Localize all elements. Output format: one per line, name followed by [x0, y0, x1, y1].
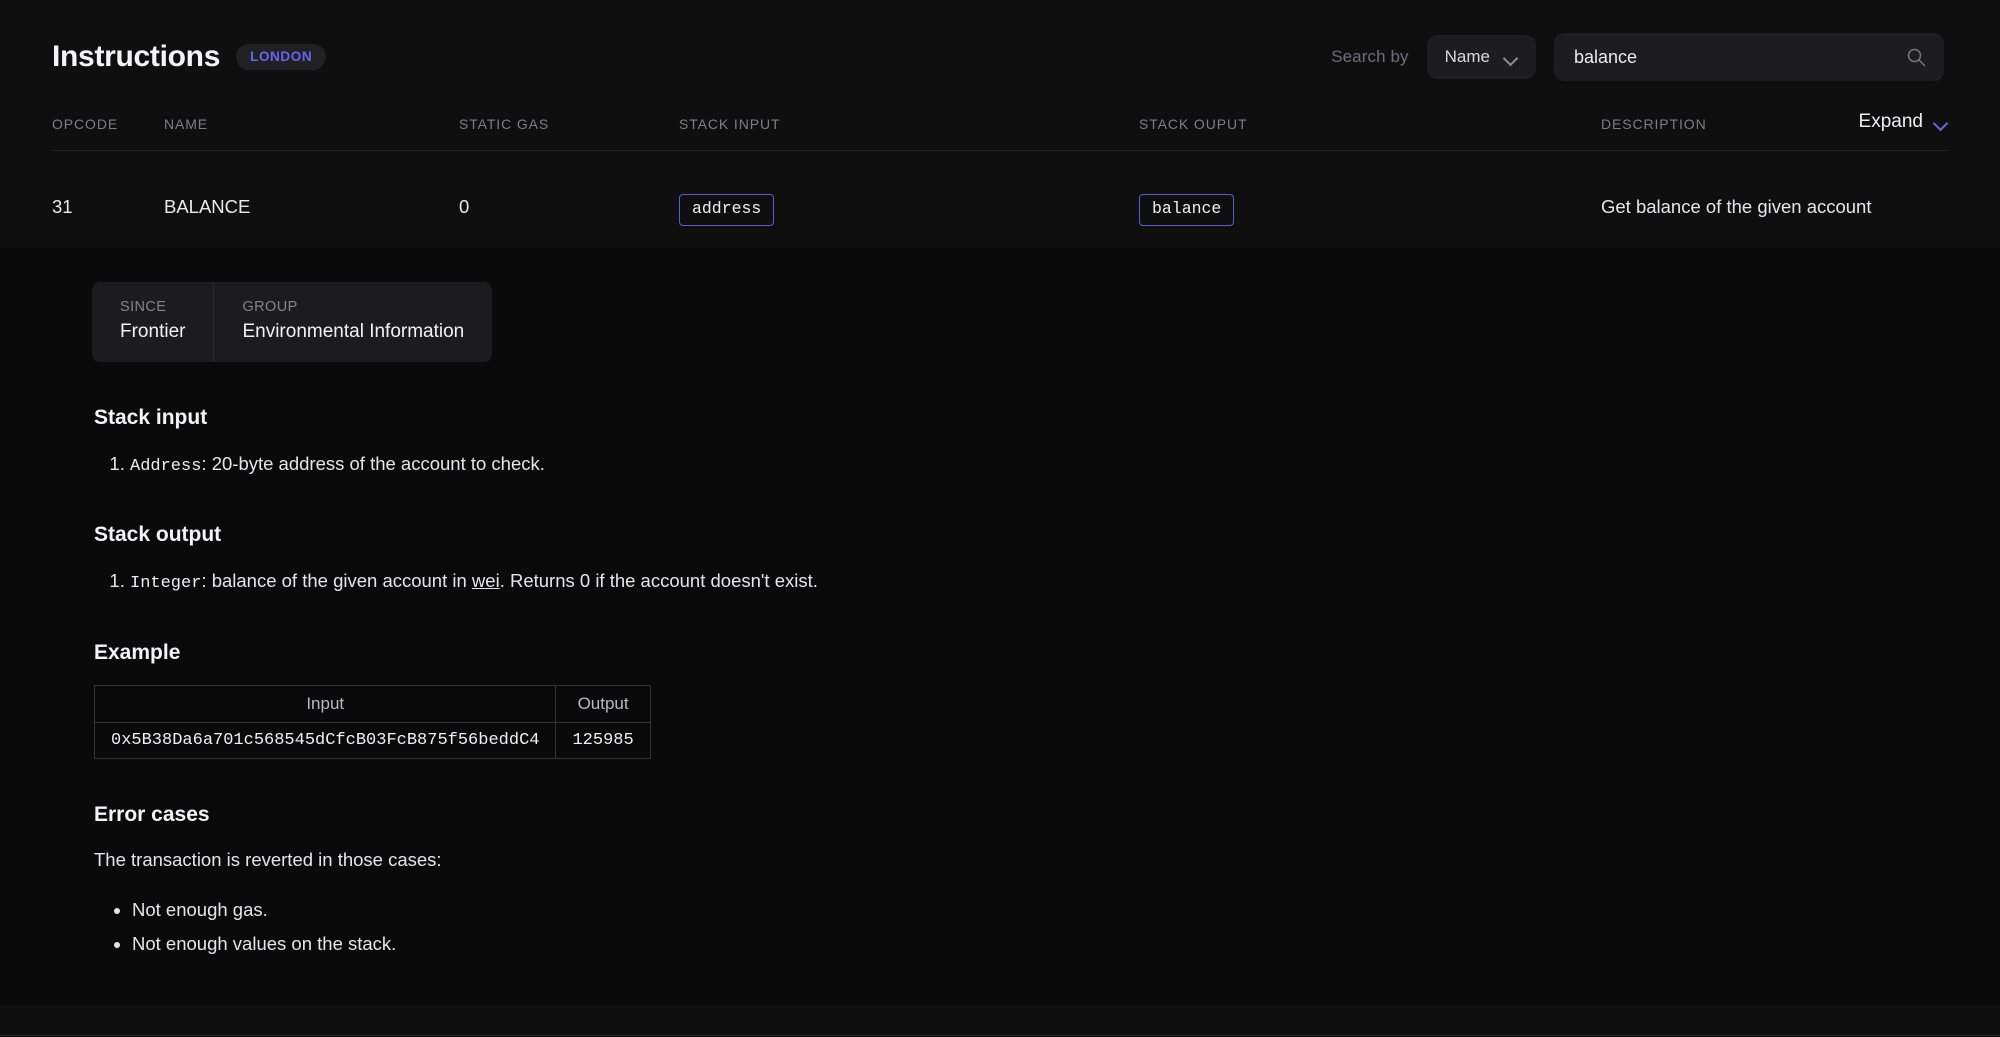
search-box[interactable]: [1554, 33, 1944, 81]
example-header-input: Input: [93, 684, 557, 723]
search-by-label: Search by: [1331, 47, 1409, 66]
search-field-select-value: Name: [1444, 47, 1490, 66]
search-controls: Search by Name: [1331, 33, 1944, 81]
wei-link[interactable]: wei: [472, 570, 500, 591]
list-item-text-after: . Returns 0 if the account doesn't exist…: [499, 570, 818, 592]
column-header-stack-output: STACK OUPUT: [1139, 116, 1248, 132]
expand-all-button[interactable]: Expand: [1859, 111, 1948, 133]
section-title-stack-output: Stack output: [94, 523, 222, 547]
chevron-down-icon: [1504, 53, 1518, 62]
instructions-table: OPCODE NAME STATIC GAS STACK INPUT STACK…: [0, 111, 2000, 248]
inline-code: Integer: [130, 574, 202, 594]
stack-input-chip: address: [679, 194, 775, 226]
section-title-error-cases: Error cases: [94, 802, 210, 826]
table-header-row: OPCODE NAME STATIC GAS STACK INPUT STACK…: [52, 111, 1948, 151]
example-header-output: Output: [555, 684, 651, 723]
meta-card: SINCE Frontier GROUP Environmental Infor…: [92, 281, 493, 362]
expand-all-label: Expand: [1858, 111, 1923, 132]
stack-input-list: Address: 20-byte address of the account …: [94, 450, 1948, 480]
meta-since: SINCE Frontier: [92, 282, 213, 362]
column-header-description: DESCRIPTION: [1601, 116, 1707, 132]
search-field-select[interactable]: Name: [1426, 35, 1536, 79]
row-detail-panel: SINCE Frontier GROUP Environmental Infor…: [0, 247, 2000, 1006]
inline-code: Address: [130, 456, 202, 476]
error-cases-list: Not enough gas. Not enough values on the…: [94, 896, 1948, 958]
column-header-opcode: OPCODE: [52, 116, 119, 132]
search-icon[interactable]: [1906, 47, 1926, 67]
page-header: Instructions LONDON Search by Name: [0, 0, 2000, 86]
cell-opcode: 31: [52, 196, 73, 217]
example-cell-output: 125985: [555, 721, 651, 759]
page-title: Instructions: [52, 40, 221, 73]
example-table: Input Output 0x5B38Da6a701c568545dCfcB03…: [93, 684, 651, 759]
meta-since-value: Frontier: [120, 320, 186, 342]
list-item: Address: 20-byte address of the account …: [130, 450, 1948, 480]
list-item-text: : 20-byte address of the account to chec…: [201, 452, 545, 474]
fork-badge[interactable]: LONDON: [236, 43, 327, 71]
cell-description: Get balance of the given account: [1601, 196, 1872, 217]
meta-group-label: GROUP: [242, 298, 298, 315]
column-header-name: NAME: [164, 116, 209, 132]
error-cases-intro: The transaction is reverted in those cas…: [94, 848, 442, 870]
list-item: Integer: balance of the given account in…: [130, 567, 1948, 597]
stack-output-chip: balance: [1139, 194, 1235, 226]
list-item: Not enough values on the stack.: [132, 930, 1948, 958]
column-header-static-gas: STATIC GAS: [459, 116, 550, 132]
meta-group: GROUP Environmental Information: [213, 281, 492, 362]
cell-static-gas: 0: [459, 196, 470, 217]
chevron-down-icon: [1934, 118, 1948, 127]
table-row[interactable]: 31 BALANCE 0 address balance Get balance…: [52, 151, 1948, 248]
search-input[interactable]: [1574, 46, 1924, 68]
list-item-text-before: : balance of the given account in: [201, 570, 472, 592]
cell-name: BALANCE: [164, 196, 251, 217]
meta-since-label: SINCE: [120, 298, 167, 315]
stack-output-list: Integer: balance of the given account in…: [94, 567, 1948, 597]
example-table-header-row: Input Output: [93, 684, 651, 723]
example-cell-input: 0x5B38Da6a701c568545dCfcB03FcB875f56bedd…: [93, 721, 557, 759]
section-title-stack-input: Stack input: [94, 405, 208, 429]
meta-group-value: Environmental Information: [242, 320, 465, 342]
instructions-page: Instructions LONDON Search by Name OPCOD…: [0, 0, 2000, 1037]
section-title-example: Example: [94, 640, 181, 664]
column-header-stack-input: STACK INPUT: [679, 116, 781, 132]
list-item: Not enough gas.: [132, 896, 1948, 924]
example-table-row: 0x5B38Da6a701c568545dCfcB03FcB875f56bedd…: [93, 721, 651, 759]
title-group: Instructions LONDON: [52, 40, 327, 74]
